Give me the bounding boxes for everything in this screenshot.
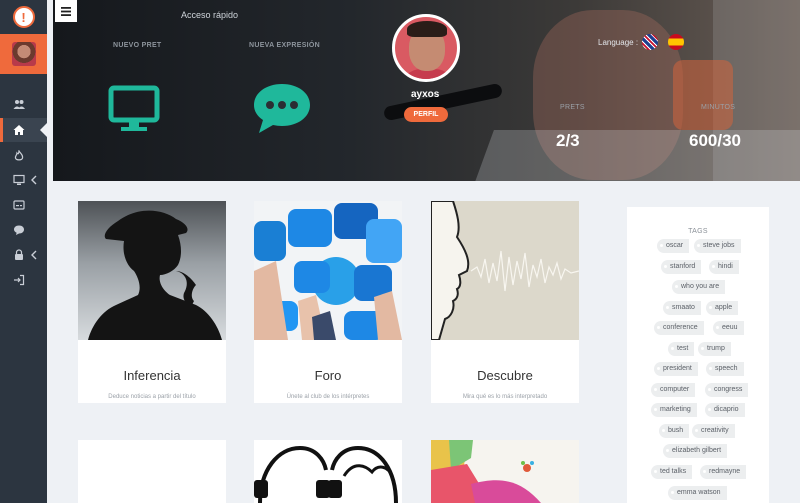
descubre-image [431,201,579,340]
hero-background-mug [673,60,733,130]
lock-icon [15,249,23,260]
flag-es-icon[interactable] [668,34,684,50]
profile-avatar[interactable] [392,14,460,82]
chat-icon [14,225,24,235]
tag-item[interactable]: emma watson [668,486,727,500]
foro-image [254,201,402,340]
users-icon [13,100,25,109]
tags-panel: TAGS oscar steve jobs stanford hindi who… [627,207,769,503]
card-description: Deduce noticias a partir del título [108,394,196,400]
language-label: Language : [598,38,639,47]
card-title: Foro [314,368,342,383]
card-headphones[interactable] [254,440,402,503]
sherlock-image [78,201,226,340]
sidebar-item-chat[interactable] [0,218,47,242]
tag-item[interactable]: dicaprio [705,403,745,417]
app-logo[interactable]: ! [0,0,47,34]
avatar [11,42,36,66]
logout-icon [14,274,25,286]
tag-item[interactable]: steve jobs [694,239,741,253]
hero-banner: Acceso rápido NUEVO PRET NUEVA EXPRESIÓN… [53,0,800,181]
chat-bubble-icon[interactable] [252,82,312,134]
tag-item[interactable]: who you are [672,280,726,294]
chevron-left-icon [31,175,37,185]
speech-bubbles-illustration [254,203,402,340]
card-foro[interactable]: Foro Únete al club de los intérpretes [254,201,402,403]
card-inferencia[interactable]: Inferencia Deduce noticias a partir del … [78,201,226,403]
flag-uk-icon[interactable] [642,34,658,50]
tag-item[interactable]: congress [705,383,749,397]
minutos-label: MINUTOS [701,104,736,111]
tag-item[interactable]: conference [654,321,704,335]
sidebar-item-home[interactable] [0,118,47,142]
tag-item[interactable]: speech [706,362,744,376]
tag-item[interactable]: marketing [651,403,697,417]
tag-item[interactable]: stanford [661,260,702,274]
nueva-expresion-label: NUEVA EXPRESIÓN [249,42,321,49]
monitor-icon [13,174,25,185]
card-description: Mira qué es lo más interpretado [462,394,548,400]
sidebar-item-subtitles[interactable] [0,193,47,217]
card-blank[interactable] [78,440,226,503]
tag-item[interactable]: smaato [663,301,701,315]
tag-item[interactable]: test [668,342,695,356]
username: ayxos [411,89,440,100]
tag-item[interactable]: trump [698,342,731,356]
hero-background-desk [472,130,800,181]
prets-label: PRETS [560,104,585,111]
nuevo-pret-label: NUEVO PRET [113,42,162,49]
tag-item[interactable]: ted talks [651,465,693,479]
chevron-left-icon [31,250,37,260]
card-descubre[interactable]: Descubre Mira qué es lo más interpretado [431,201,579,403]
perfil-button[interactable]: PERFIL [404,107,448,122]
tag-item[interactable]: elizabeth gilbert [663,444,728,458]
tag-item[interactable]: creativity [692,424,735,438]
subtitles-icon [13,200,25,210]
avatar-hair [407,21,447,37]
colorful-illustration [431,440,579,503]
headphones-illustration [254,445,398,503]
tag-item[interactable]: president [654,362,698,376]
tags-title: TAGS [688,228,708,235]
logo-mark: ! [12,6,35,28]
card-description: Únete al club de los intérpretes [286,394,370,400]
sidebar-item-lock[interactable] [0,243,47,267]
tag-item[interactable]: oscar [657,239,690,253]
card-colorful[interactable] [431,440,579,503]
card-title: Inferencia [123,368,181,383]
sidebar-avatar[interactable] [0,34,47,74]
tag-item[interactable]: bush [659,424,690,438]
tag-item[interactable]: redmayne [700,465,747,479]
tag-item[interactable]: eeuu [713,321,744,335]
prets-value: 2/3 [556,131,580,150]
fire-icon [14,150,24,161]
tag-item[interactable]: hindi [709,260,739,274]
menu-toggle-button[interactable] [55,0,77,22]
sherlock-silhouette [88,210,222,340]
hamburger-icon [61,6,71,16]
sidebar-item-logout[interactable] [0,268,47,292]
card-title: Descubre [477,368,533,383]
face-soundwave-illustration [431,201,579,340]
tag-item[interactable]: computer [651,383,696,397]
minutos-value: 600/30 [689,131,741,150]
sidebar-item-fire[interactable] [0,144,47,168]
sidebar-item-monitor[interactable] [0,168,47,192]
sidebar-item-users[interactable] [0,92,47,116]
tag-item[interactable]: apple [706,301,739,315]
home-icon [13,125,25,135]
quick-access-title: Acceso rápido [181,10,239,20]
monitor-icon[interactable] [108,85,160,133]
sidebar: ! [0,0,47,503]
